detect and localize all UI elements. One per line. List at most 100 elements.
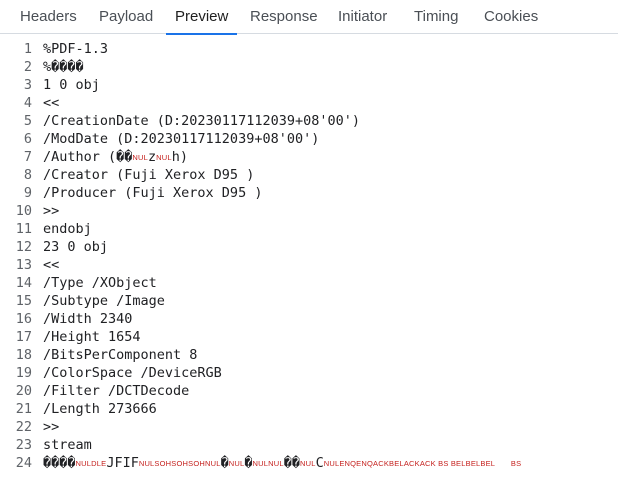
- text-segment: h): [171, 149, 189, 165]
- line-text: /Producer (Fuji Xerox D95 ): [43, 184, 262, 202]
- line-number: 5: [23, 113, 32, 129]
- line-text: >>: [43, 202, 59, 220]
- line-text: <<: [43, 94, 59, 112]
- text-segment: /Height 1654: [43, 329, 141, 345]
- line-text: /ModDate (D:20230117112039+08'00'): [43, 130, 319, 148]
- code-line: 6/ModDate (D:20230117112039+08'00'): [0, 130, 618, 148]
- control-char-marker: NUL: [132, 153, 149, 162]
- text-segment: /CreationDate (D:20230117112039+08'00'): [43, 113, 360, 129]
- line-number: 17: [15, 329, 32, 345]
- line-text: >>: [43, 418, 59, 436]
- control-char-marker: NULENQENQACKBELACKACK BS BELBELBEL BS: [323, 459, 522, 468]
- line-text: ����NULDLEJFIFNULSOHSOHSOHNUL�NUL�NULNUL…: [43, 454, 521, 473]
- text-segment: /Producer (Fuji Xerox D95 ): [43, 185, 263, 201]
- line-text: endobj: [43, 220, 92, 238]
- tab-initiator[interactable]: Initiator: [338, 0, 387, 34]
- line-number: 13: [15, 257, 32, 273]
- code-line: 2 %����: [0, 58, 618, 76]
- line-number: 4: [23, 95, 32, 111]
- line-number: 9: [23, 185, 32, 201]
- tab-preview[interactable]: Preview: [165, 0, 238, 35]
- line-number: 23: [15, 437, 32, 453]
- code-line: 1 %PDF-1.3: [0, 40, 618, 58]
- text-segment: �: [220, 455, 229, 471]
- tab-cookies[interactable]: Cookies: [484, 0, 538, 34]
- text-segment: endobj: [43, 221, 92, 237]
- line-text: /ColorSpace /DeviceRGB: [43, 364, 222, 382]
- code-line: 14/Type /XObject: [0, 274, 618, 292]
- preview-code-view[interactable]: 1 %PDF-1.3 2 %���� 3 1 0 obj 4 << 5/CreationDate…: [0, 40, 618, 472]
- text-segment: %����: [43, 59, 84, 75]
- text-segment: z: [148, 149, 157, 165]
- text-segment: >>: [43, 203, 60, 219]
- line-text: 23 0 obj: [43, 238, 108, 256]
- code-line: 4 <<: [0, 94, 618, 112]
- text-segment: ��: [283, 455, 300, 471]
- line-number: 15: [15, 293, 32, 309]
- text-segment: stream: [43, 437, 92, 453]
- code-line: 10 >>: [0, 202, 618, 220]
- code-line: 5/CreationDate (D:20230117112039+08'00'): [0, 112, 618, 130]
- tab-timing[interactable]: Timing: [414, 0, 458, 34]
- text-segment: 23 0 obj: [43, 239, 109, 255]
- line-text: stream: [43, 436, 92, 454]
- text-segment: /Filter /DCTDecode: [43, 383, 190, 399]
- text-segment: <<: [43, 95, 60, 111]
- line-text: /BitsPerComponent 8: [43, 346, 197, 364]
- line-number: 20: [15, 383, 32, 399]
- line-number: 10: [15, 203, 32, 219]
- line-number: 1: [23, 41, 32, 57]
- line-text: /Filter /DCTDecode: [43, 382, 189, 400]
- line-text: /Length 273666: [43, 400, 157, 418]
- line-number: 8: [23, 167, 32, 183]
- line-text: /Author (��NULzNULh): [43, 148, 188, 167]
- code-line: 24 ����NULDLEJFIFNULSOHSOHSOHNUL�NUL�NULN…: [0, 454, 618, 472]
- text-segment: <<: [43, 257, 60, 273]
- tab-payload[interactable]: Payload: [99, 0, 153, 34]
- text-segment: /Type /XObject: [43, 275, 157, 291]
- text-segment: 1 0 obj: [43, 77, 100, 93]
- line-number: 3: [23, 77, 32, 93]
- line-text: %����: [43, 58, 84, 76]
- line-number: 14: [15, 275, 32, 291]
- line-number: 21: [15, 401, 32, 417]
- line-number: 24: [15, 455, 32, 471]
- line-number: 6: [23, 131, 32, 147]
- control-char-marker: NUL: [156, 153, 172, 162]
- text-segment: ����: [43, 455, 76, 471]
- line-text: /Type /XObject: [43, 274, 157, 292]
- line-number: 16: [15, 311, 32, 327]
- code-line: 20/Filter /DCTDecode: [0, 382, 618, 400]
- line-text: /Subtype /Image: [43, 292, 165, 310]
- control-char-marker: NULDLE: [75, 459, 107, 468]
- line-text: <<: [43, 256, 59, 274]
- line-number: 22: [15, 419, 32, 435]
- line-text: 1 0 obj: [43, 76, 100, 94]
- line-number: 18: [15, 347, 32, 363]
- code-line: 23 stream: [0, 436, 618, 454]
- text-segment: /BitsPerComponent 8: [43, 347, 198, 363]
- text-segment: /ColorSpace /DeviceRGB: [43, 365, 222, 381]
- line-number: 2: [23, 59, 32, 75]
- line-number: 12: [15, 239, 32, 255]
- code-line: 18/BitsPerComponent 8: [0, 346, 618, 364]
- line-text: /CreationDate (D:20230117112039+08'00'): [43, 112, 360, 130]
- line-text: /Creator (Fuji Xerox D95 ): [43, 166, 254, 184]
- tab-response[interactable]: Response: [250, 0, 318, 34]
- code-line: 19/ColorSpace /DeviceRGB: [0, 364, 618, 382]
- code-line: 8/Creator (Fuji Xerox D95 ): [0, 166, 618, 184]
- text-segment: /Width 2340: [43, 311, 133, 327]
- text-segment: /Author (��: [43, 149, 133, 165]
- text-segment: /Subtype /Image: [43, 293, 165, 309]
- text-segment: JFIF: [106, 455, 139, 471]
- code-line: 11 endobj: [0, 220, 618, 238]
- control-char-marker: NULNUL: [252, 459, 284, 468]
- code-line: 17/Height 1654: [0, 328, 618, 346]
- code-line: 13 <<: [0, 256, 618, 274]
- control-char-marker: NULSOHSOHSOHNUL: [138, 459, 221, 468]
- code-line: 16/Width 2340: [0, 310, 618, 328]
- tab-headers[interactable]: Headers: [20, 0, 77, 34]
- control-char-marker: NUL: [228, 459, 245, 468]
- code-line: 7/Author (��NULzNULh): [0, 148, 618, 166]
- code-line: 21/Length 273666: [0, 400, 618, 418]
